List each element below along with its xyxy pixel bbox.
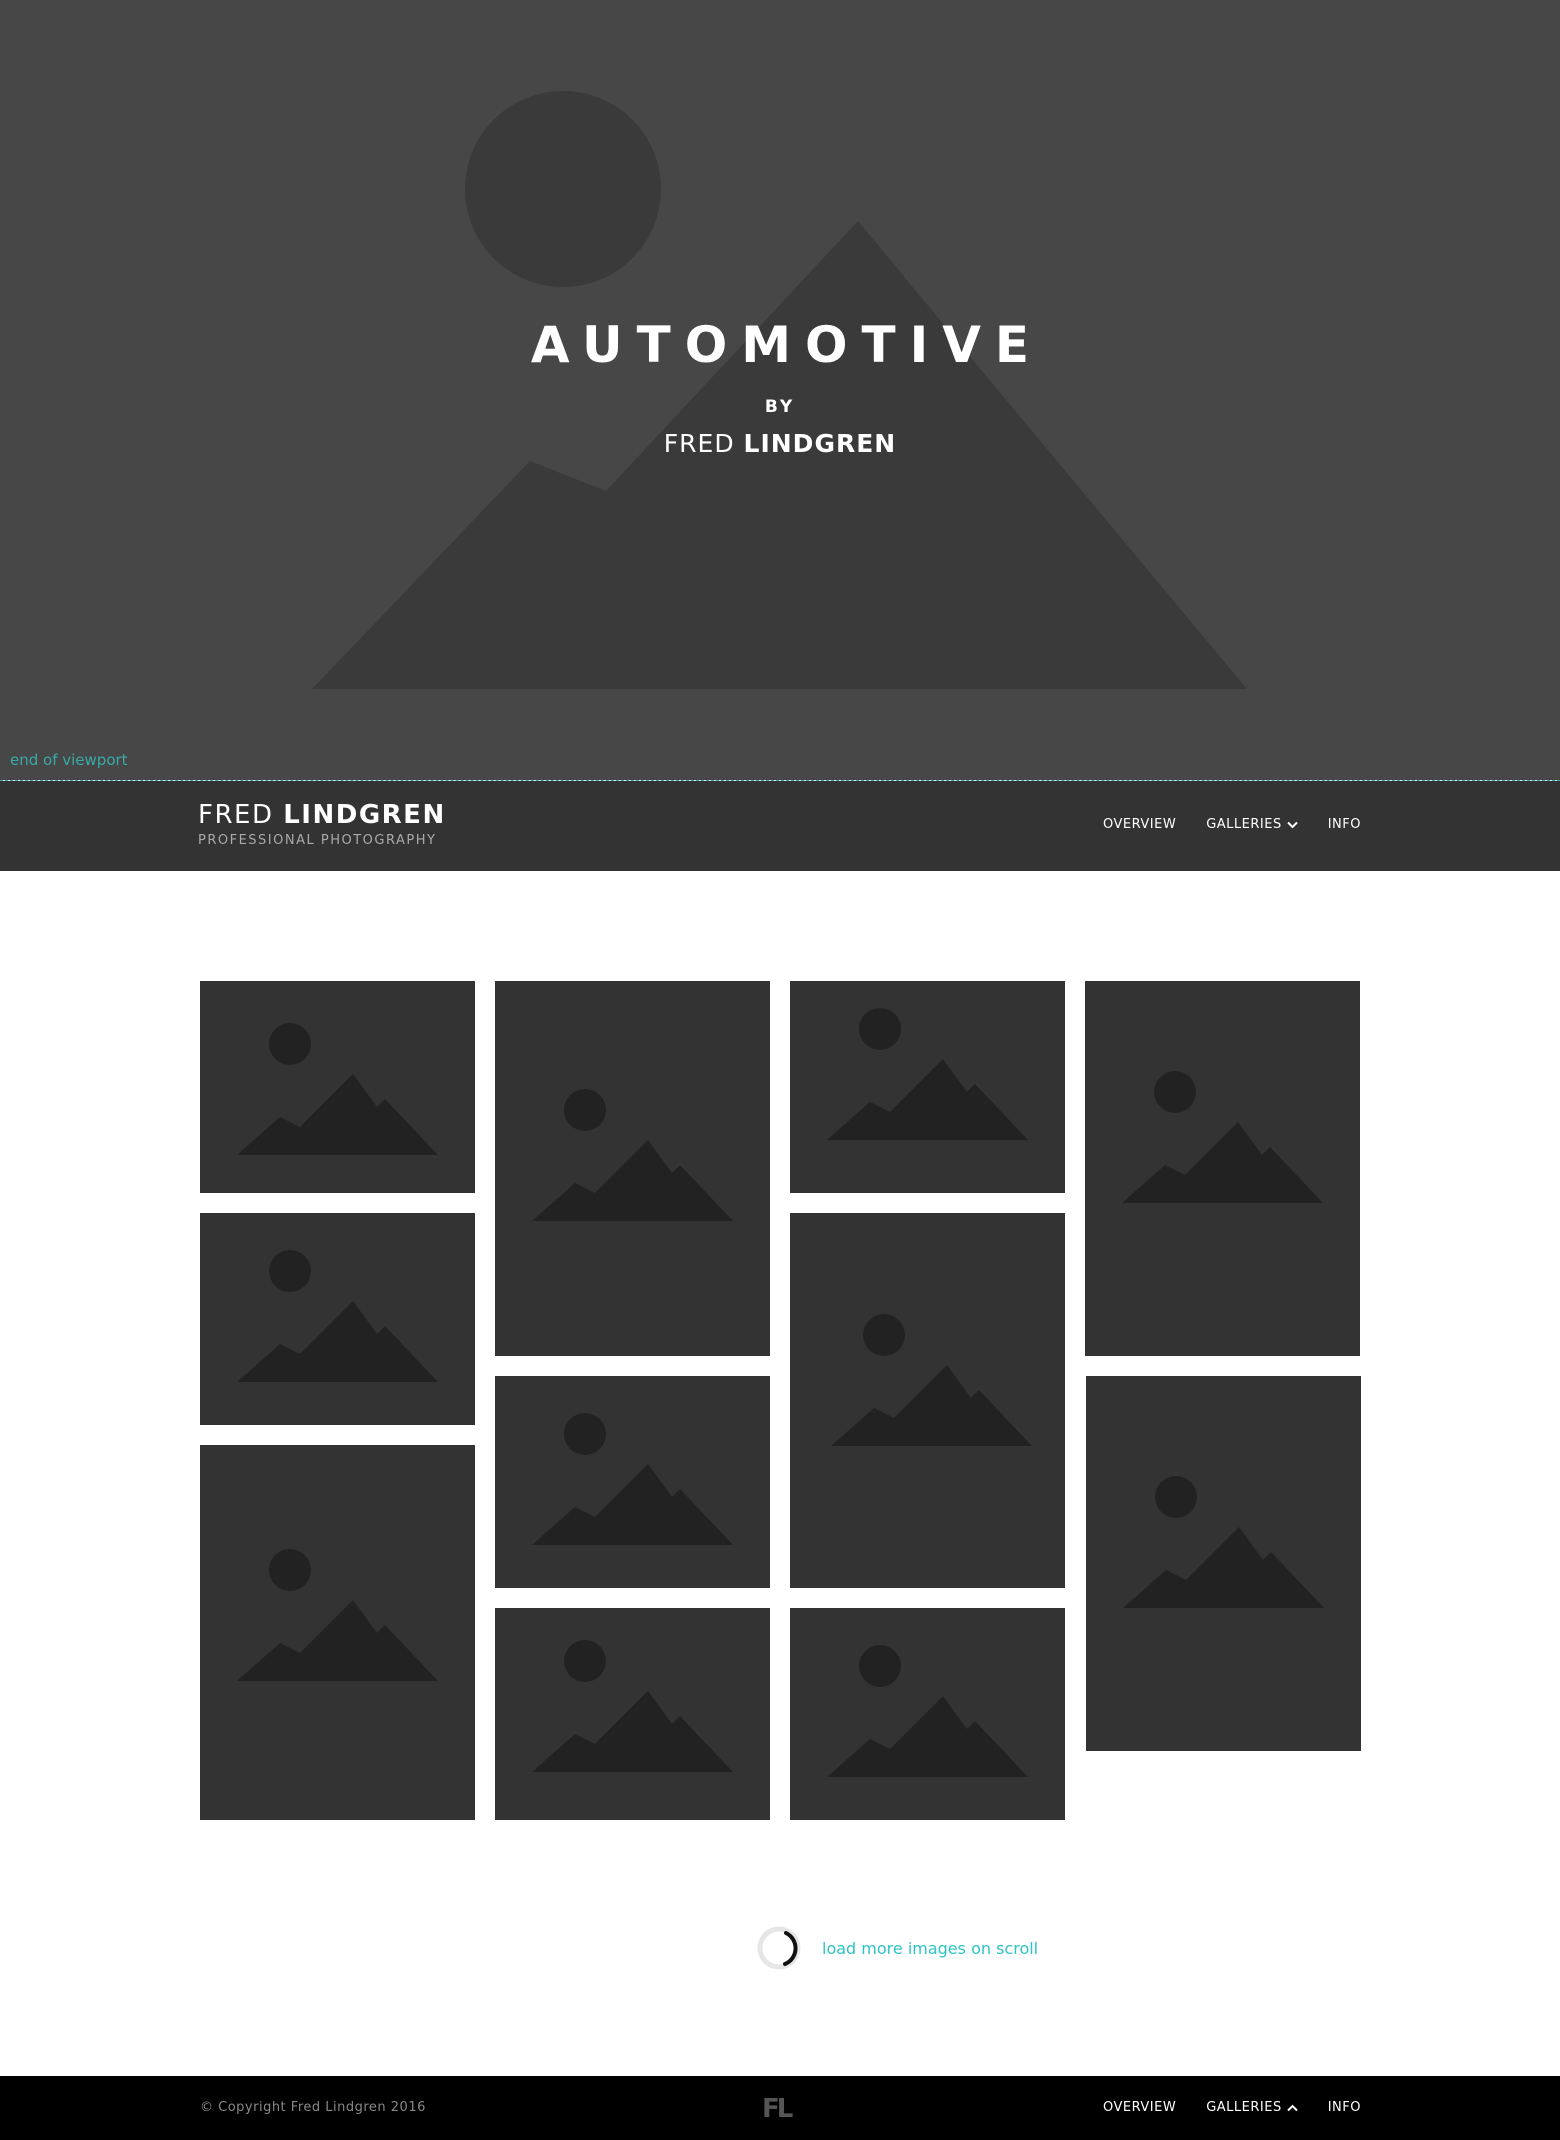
image-placeholder-icon [237, 1250, 438, 1382]
gallery-image[interactable] [790, 1213, 1065, 1588]
site-footer: © Copyright Fred Lindgren 2016 FL OVERVI… [0, 2076, 1560, 2140]
footer-overview-label: OVERVIEW [1102, 2100, 1177, 2115]
hero-author-name: FRED LINDGREN [0, 429, 1560, 458]
hero-banner: AUTOMOTIVE BY FRED LINDGREN end of viewp… [0, 0, 1560, 780]
hero-image-placeholder-icon [312, 91, 1247, 689]
gallery-image[interactable] [1086, 1376, 1361, 1751]
chevron-down-icon [1287, 821, 1298, 828]
image-placeholder-icon [237, 1549, 438, 1681]
image-placeholder-icon [827, 1645, 1028, 1777]
gallery-image[interactable] [790, 1608, 1065, 1820]
gallery-image[interactable] [200, 1213, 475, 1425]
image-placeholder-icon [532, 1640, 733, 1772]
site-header: FRED LINDGREN PROFESSIONAL PHOTOGRAPHY O… [0, 781, 1560, 871]
gallery-image[interactable] [200, 981, 475, 1193]
image-placeholder-icon [1122, 1071, 1323, 1203]
chevron-up-icon [1287, 2104, 1298, 2111]
author-last-name: LINDGREN [743, 429, 897, 458]
image-placeholder-icon [532, 1413, 733, 1545]
image-gallery [200, 981, 1361, 1821]
image-placeholder-icon [237, 1023, 438, 1155]
nav-info-label: INFO [1327, 817, 1361, 832]
gallery-image[interactable] [495, 1608, 770, 1820]
brand-name: FRED LINDGREN [198, 800, 446, 830]
footer-galleries-link[interactable]: GALLERIES [1206, 2100, 1298, 2115]
nav-galleries-label: GALLERIES [1206, 817, 1282, 832]
loading-spinner-icon [757, 1926, 801, 1970]
gallery-image[interactable] [790, 981, 1065, 1193]
image-placeholder-icon [831, 1314, 1032, 1446]
gallery-title: AUTOMOTIVE [530, 316, 1044, 374]
nav-overview-label: OVERVIEW [1102, 817, 1177, 832]
brand-last-name: LINDGREN [283, 800, 446, 830]
footer-info-label: INFO [1327, 2100, 1361, 2115]
gallery-image[interactable] [1085, 981, 1360, 1356]
footer-overview-link[interactable]: OVERVIEW [1103, 2100, 1176, 2115]
brand-logo[interactable]: FRED LINDGREN PROFESSIONAL PHOTOGRAPHY [198, 800, 446, 848]
footer-info-link[interactable]: INFO [1328, 2100, 1361, 2115]
image-placeholder-icon [827, 1008, 1028, 1140]
hero-by-label: BY [764, 397, 796, 417]
brand-tagline: PROFESSIONAL PHOTOGRAPHY [198, 833, 437, 848]
gallery-image[interactable] [495, 981, 770, 1356]
load-more-text: load more images on scroll [822, 1938, 1039, 1958]
brand-first-name: FRED [198, 800, 274, 830]
author-first-name: FRED [663, 429, 735, 458]
footer-nav: OVERVIEW GALLERIES INFO [1103, 2100, 1361, 2115]
nav-galleries-link[interactable]: GALLERIES [1206, 817, 1298, 832]
image-placeholder-icon [532, 1089, 733, 1221]
footer-galleries-label: GALLERIES [1206, 2100, 1282, 2115]
nav-info-link[interactable]: INFO [1328, 817, 1361, 832]
load-more-indicator: load more images on scroll [756, 1925, 1038, 1971]
gallery-image[interactable] [495, 1376, 770, 1588]
copyright-text: © Copyright Fred Lindgren 2016 [200, 2100, 426, 2115]
nav-overview-link[interactable]: OVERVIEW [1103, 817, 1176, 832]
gallery-image[interactable] [200, 1445, 475, 1820]
image-placeholder-icon [1123, 1476, 1324, 1608]
footer-logo[interactable]: FL [762, 2094, 793, 2124]
main-nav: OVERVIEW GALLERIES INFO [1103, 817, 1361, 832]
viewport-note: end of viewport [10, 751, 128, 769]
